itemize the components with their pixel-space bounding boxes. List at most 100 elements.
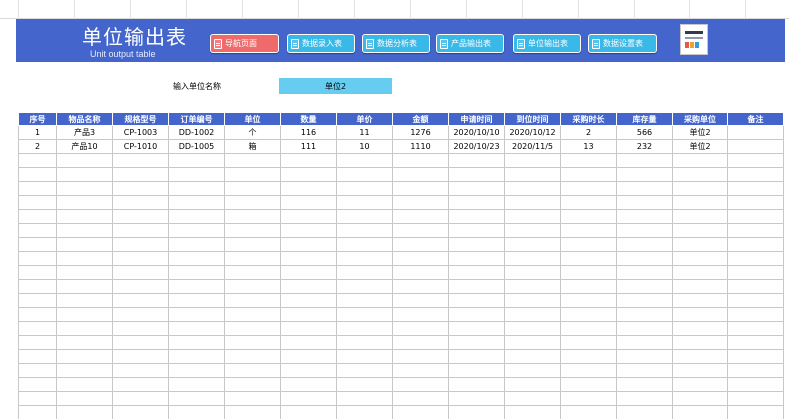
empty-cell[interactable] [280, 377, 337, 392]
empty-cell[interactable] [504, 237, 561, 252]
empty-cell[interactable] [727, 391, 784, 406]
empty-cell[interactable] [672, 307, 728, 322]
empty-cell[interactable] [224, 153, 281, 168]
empty-cell[interactable] [672, 265, 728, 280]
empty-cell[interactable] [336, 209, 393, 224]
empty-cell[interactable] [280, 209, 337, 224]
empty-cell[interactable] [616, 237, 673, 252]
empty-cell[interactable] [56, 153, 113, 168]
empty-cell[interactable] [727, 307, 784, 322]
empty-cell[interactable] [168, 349, 225, 364]
empty-cell[interactable] [392, 405, 449, 419]
empty-cell[interactable] [168, 335, 225, 350]
empty-cell[interactable] [112, 167, 169, 182]
empty-cell[interactable] [616, 293, 673, 308]
empty-cell[interactable] [112, 363, 169, 378]
empty-cell[interactable] [616, 307, 673, 322]
empty-cell[interactable] [392, 293, 449, 308]
empty-cell[interactable] [336, 223, 393, 238]
empty-cell[interactable] [560, 265, 617, 280]
nav-button-4[interactable]: 产品输出表 [436, 34, 504, 53]
empty-cell[interactable] [168, 237, 225, 252]
empty-cell[interactable] [392, 377, 449, 392]
empty-cell[interactable] [560, 167, 617, 182]
empty-cell[interactable] [18, 307, 57, 322]
empty-cell[interactable] [392, 335, 449, 350]
empty-cell[interactable] [18, 223, 57, 238]
empty-cell[interactable] [616, 223, 673, 238]
empty-cell[interactable] [56, 377, 113, 392]
empty-cell[interactable] [18, 251, 57, 266]
empty-cell[interactable] [280, 363, 337, 378]
empty-cell[interactable] [18, 321, 57, 336]
empty-cell[interactable] [280, 237, 337, 252]
empty-cell[interactable] [18, 293, 57, 308]
empty-cell[interactable] [560, 335, 617, 350]
empty-cell[interactable] [560, 377, 617, 392]
empty-cell[interactable] [168, 377, 225, 392]
empty-cell[interactable] [448, 405, 505, 419]
empty-cell[interactable] [336, 181, 393, 196]
empty-cell[interactable] [504, 349, 561, 364]
empty-cell[interactable] [280, 251, 337, 266]
table-cell[interactable]: 2 [18, 139, 57, 154]
empty-cell[interactable] [560, 181, 617, 196]
empty-cell[interactable] [504, 153, 561, 168]
empty-cell[interactable] [616, 391, 673, 406]
empty-cell[interactable] [336, 335, 393, 350]
empty-cell[interactable] [280, 349, 337, 364]
empty-cell[interactable] [448, 195, 505, 210]
empty-cell[interactable] [18, 377, 57, 392]
empty-cell[interactable] [392, 251, 449, 266]
table-cell[interactable]: 2020/10/12 [504, 125, 561, 140]
empty-cell[interactable] [616, 321, 673, 336]
empty-cell[interactable] [280, 181, 337, 196]
table-cell[interactable]: 111 [280, 139, 337, 154]
empty-cell[interactable] [112, 293, 169, 308]
empty-cell[interactable] [392, 265, 449, 280]
empty-cell[interactable] [448, 279, 505, 294]
empty-cell[interactable] [504, 377, 561, 392]
empty-cell[interactable] [392, 307, 449, 322]
empty-cell[interactable] [336, 321, 393, 336]
empty-cell[interactable] [616, 209, 673, 224]
empty-cell[interactable] [336, 265, 393, 280]
empty-cell[interactable] [392, 321, 449, 336]
table-cell[interactable]: 单位2 [672, 125, 728, 140]
empty-cell[interactable] [224, 237, 281, 252]
empty-cell[interactable] [616, 363, 673, 378]
unit-name-input[interactable]: 单位2 [279, 78, 392, 94]
table-cell[interactable]: 产品10 [56, 139, 113, 154]
empty-cell[interactable] [392, 209, 449, 224]
table-cell[interactable]: 箱 [224, 139, 281, 154]
empty-cell[interactable] [560, 307, 617, 322]
empty-cell[interactable] [56, 363, 113, 378]
empty-cell[interactable] [224, 265, 281, 280]
table-cell[interactable]: DD-1005 [168, 139, 225, 154]
empty-cell[interactable] [336, 377, 393, 392]
empty-cell[interactable] [280, 153, 337, 168]
empty-cell[interactable] [448, 307, 505, 322]
empty-cell[interactable] [336, 405, 393, 419]
empty-cell[interactable] [56, 349, 113, 364]
empty-cell[interactable] [727, 349, 784, 364]
empty-cell[interactable] [616, 349, 673, 364]
empty-cell[interactable] [448, 181, 505, 196]
empty-cell[interactable] [18, 265, 57, 280]
empty-cell[interactable] [560, 321, 617, 336]
empty-cell[interactable] [56, 321, 113, 336]
empty-cell[interactable] [727, 405, 784, 419]
empty-cell[interactable] [727, 153, 784, 168]
table-cell[interactable]: 个 [224, 125, 281, 140]
empty-cell[interactable] [224, 391, 281, 406]
empty-cell[interactable] [56, 181, 113, 196]
empty-cell[interactable] [280, 335, 337, 350]
empty-cell[interactable] [448, 377, 505, 392]
empty-cell[interactable] [18, 195, 57, 210]
empty-cell[interactable] [392, 223, 449, 238]
empty-cell[interactable] [224, 307, 281, 322]
empty-cell[interactable] [448, 321, 505, 336]
empty-cell[interactable] [448, 349, 505, 364]
nav-button-5[interactable]: 单位输出表 [513, 34, 581, 53]
empty-cell[interactable] [504, 321, 561, 336]
